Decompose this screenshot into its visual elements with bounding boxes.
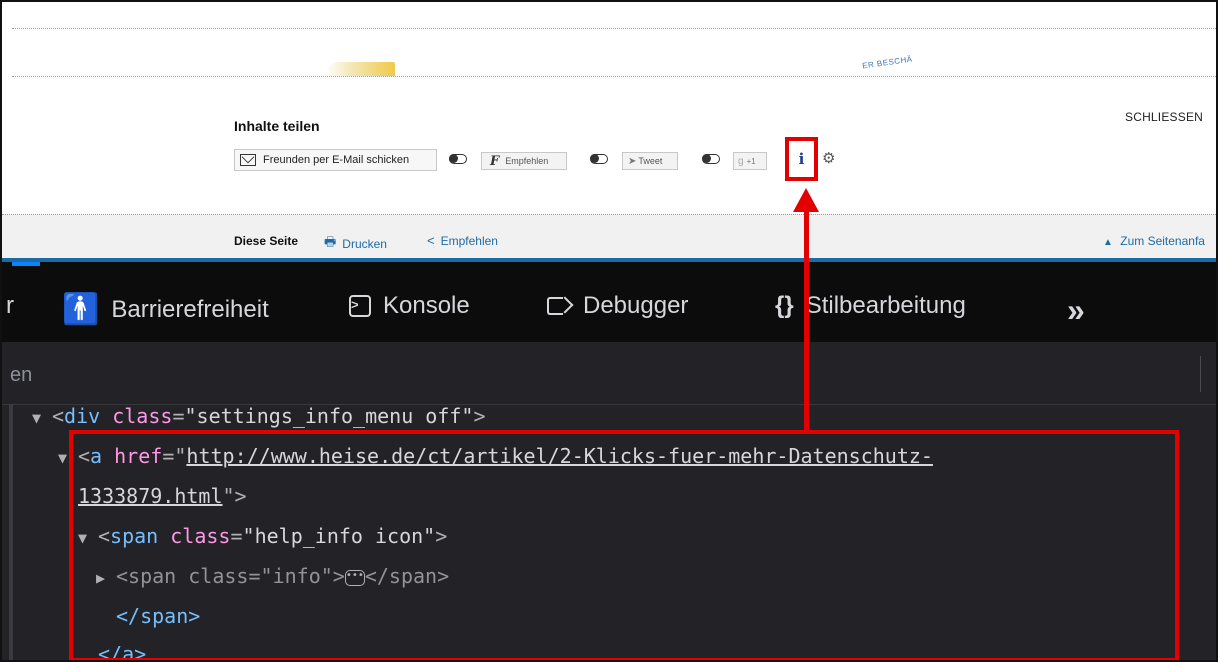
toolbar-separator bbox=[1200, 356, 1201, 392]
attr-value: "help_info icon" bbox=[242, 524, 436, 548]
info-icon: i bbox=[798, 150, 805, 168]
tree-node-span[interactable]: ▼ <span class="help_info icon"> bbox=[78, 524, 447, 548]
chevron-double-right-icon: » bbox=[1067, 292, 1085, 328]
attr-name: class bbox=[170, 524, 231, 548]
expand-triangle-icon[interactable]: ▼ bbox=[32, 409, 52, 427]
tab-accessibility[interactable]: 🚹 Barrierefreiheit bbox=[62, 292, 269, 327]
google-plus-label: +1 bbox=[746, 156, 756, 166]
tab-console-label: Konsole bbox=[383, 292, 470, 319]
chevron-up-icon: ▲ bbox=[1103, 237, 1113, 248]
close-tag: </span> bbox=[364, 564, 450, 588]
tag-name: span bbox=[110, 524, 159, 548]
expand-triangle-icon[interactable]: ▼ bbox=[58, 449, 78, 467]
devtools-tabbar: r 🚹 Barrierefreiheit > Konsole Debugger … bbox=[2, 262, 1216, 342]
href-link[interactable]: http://www.heise.de/ct/artikel/2-Klicks-… bbox=[186, 444, 933, 468]
markup-tree: ▼ <div class="settings_info_menu off"> ▼ <… bbox=[2, 404, 1216, 660]
tab-accessibility-label: Barrierefreiheit bbox=[111, 295, 269, 323]
tweet-label: Tweet bbox=[638, 156, 663, 166]
printer-icon: 🖶 bbox=[324, 234, 337, 249]
gear-icon[interactable]: ⚙ bbox=[822, 151, 835, 167]
tab-inspector-label: r bbox=[6, 292, 14, 319]
tweet-button[interactable]: ➤ Tweet bbox=[622, 152, 678, 170]
email-share-label: Freunden per E-Mail schicken bbox=[263, 154, 410, 166]
banner-logo-text: ER BESCHÄ bbox=[861, 54, 914, 71]
close-tag: </span> bbox=[116, 604, 201, 628]
tree-gutter bbox=[9, 404, 13, 660]
console-icon: > bbox=[349, 295, 371, 317]
share-icon: < bbox=[427, 233, 435, 248]
tree-node-inner-span[interactable]: ▶ <span class="info">•••</span> bbox=[96, 564, 449, 588]
attr-name: class bbox=[112, 404, 173, 428]
email-share-button[interactable]: Freunden per E-Mail schicken bbox=[234, 149, 437, 171]
web-page: ER BESCHÄ SCHLIESSEN Inhalte teilen Freu… bbox=[2, 2, 1216, 262]
envelope-icon bbox=[240, 154, 256, 166]
tree-node-a-close: </a> bbox=[98, 642, 147, 662]
attr-name: href bbox=[114, 444, 163, 468]
tag-name: a bbox=[90, 444, 103, 468]
search-placeholder: en bbox=[10, 364, 33, 386]
more-tabs-button[interactable]: » bbox=[1067, 292, 1085, 329]
annotation-arrow-line bbox=[804, 210, 809, 432]
recommend-link[interactable]: < Empfehlen bbox=[427, 233, 498, 248]
tab-console[interactable]: > Konsole bbox=[349, 292, 470, 320]
print-label: Drucken bbox=[342, 237, 387, 251]
href-link[interactable]: 1333879.html bbox=[78, 484, 223, 508]
share-buttons-row: Freunden per E-Mail schicken F Empfehlen… bbox=[234, 149, 854, 173]
share-title: Inhalte teilen bbox=[234, 118, 320, 134]
google-plus-button[interactable]: g +1 bbox=[733, 152, 767, 170]
tab-style-editor-label: Stilbearbeitung bbox=[805, 292, 966, 319]
facebook-recommend-button[interactable]: F Empfehlen bbox=[481, 152, 567, 170]
attr-value: "settings_info_menu off" bbox=[184, 404, 474, 428]
tree-node-a[interactable]: ▼ <a href="http://www.heise.de/ct/artikel… bbox=[58, 444, 933, 468]
tree-node-span-close: </span> bbox=[116, 604, 200, 628]
facebook-label: Empfehlen bbox=[505, 156, 549, 166]
twitter-toggle[interactable] bbox=[590, 154, 608, 164]
info-button[interactable]: i bbox=[785, 137, 818, 181]
tab-debugger[interactable]: Debugger bbox=[547, 292, 688, 320]
banner-image bbox=[325, 62, 395, 76]
google-toggle[interactable] bbox=[702, 154, 720, 164]
screenshot-frame: ER BESCHÄ SCHLIESSEN Inhalte teilen Freu… bbox=[0, 0, 1218, 662]
attr-name: class bbox=[188, 564, 249, 588]
tab-inspector[interactable]: r bbox=[6, 292, 14, 320]
selected-tab-indicator bbox=[12, 262, 40, 266]
to-top-label: Zum Seitenanfa bbox=[1120, 234, 1205, 248]
tab-debugger-label: Debugger bbox=[583, 292, 689, 319]
debugger-icon bbox=[547, 297, 571, 315]
tree-node-div[interactable]: ▼ <div class="settings_info_menu off"> bbox=[32, 404, 486, 428]
recommend-label: Empfehlen bbox=[440, 233, 498, 248]
ellipsis-icon[interactable]: ••• bbox=[344, 569, 365, 586]
facebook-icon: F bbox=[490, 153, 500, 169]
to-top-link[interactable]: ▲ Zum Seitenanfa bbox=[1103, 234, 1205, 248]
expand-triangle-icon[interactable]: ▼ bbox=[78, 529, 98, 547]
this-page-label: Diese Seite bbox=[234, 234, 299, 248]
close-button[interactable]: SCHLIESSEN bbox=[1125, 110, 1203, 124]
style-editor-icon: {} bbox=[775, 292, 794, 319]
tree-node-a-cont: 1333879.html"> bbox=[78, 484, 247, 508]
accessibility-icon: 🚹 bbox=[62, 293, 100, 326]
html-search-bar[interactable]: en bbox=[2, 342, 1216, 405]
devtools-panel: r 🚹 Barrierefreiheit > Konsole Debugger … bbox=[2, 262, 1216, 660]
twitter-bird-icon: ➤ bbox=[628, 155, 637, 167]
close-tag: </a> bbox=[98, 642, 147, 662]
print-link[interactable]: 🖶 Drucken bbox=[324, 233, 387, 255]
tag-name: div bbox=[64, 404, 101, 428]
google-icon: g bbox=[738, 155, 744, 167]
page-actions-bar: Diese Seite 🖶 Drucken < Empfehlen ▲ Zum … bbox=[2, 214, 1216, 261]
collapse-triangle-icon[interactable]: ▶ bbox=[96, 569, 116, 587]
tag-name: span bbox=[128, 564, 177, 588]
attr-value: "info" bbox=[260, 564, 333, 588]
facebook-toggle[interactable] bbox=[449, 154, 467, 164]
divider bbox=[12, 76, 1216, 77]
annotation-arrow-head bbox=[793, 188, 819, 212]
divider bbox=[12, 28, 1216, 29]
